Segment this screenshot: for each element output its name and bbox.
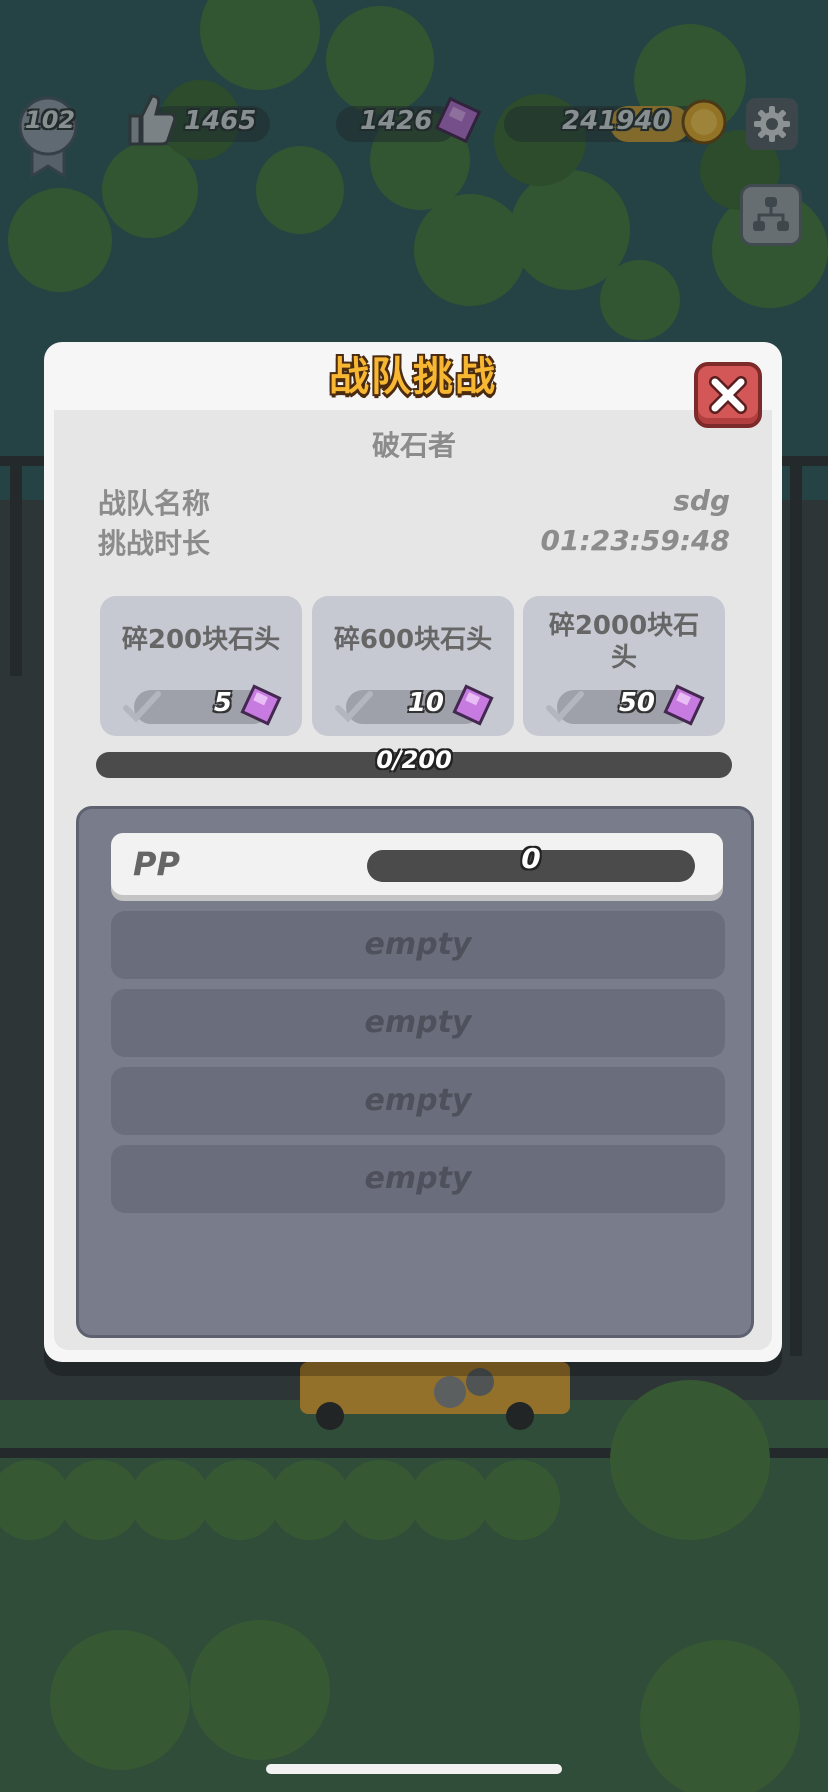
close-button[interactable]: [694, 362, 762, 428]
empty-member-slot: empty: [111, 1067, 725, 1135]
total-progress-bar: 0/200: [96, 746, 732, 778]
members-panel: PP 0 empty empty empty empty: [76, 806, 754, 1338]
home-indicator[interactable]: [266, 1764, 562, 1774]
empty-slot-label: empty: [364, 1161, 472, 1196]
duration-value: 01:23:59:48: [540, 524, 730, 557]
gem-icon: [452, 684, 494, 726]
duration-label: 挑战时长: [98, 527, 211, 560]
team-name-label: 战队名称: [98, 487, 211, 520]
team-name-value: sdg: [673, 484, 730, 517]
check-icon: [123, 691, 161, 723]
milestone-card-1: 碎200块石头 5: [100, 596, 302, 736]
dialog-subtitle: 破石者: [371, 429, 456, 462]
milestone-title: 碎200块石头: [121, 625, 281, 655]
milestone-title: 碎600块石头: [333, 625, 493, 655]
milestone-card-2: 碎600块石头 10: [312, 596, 514, 736]
empty-slot-label: empty: [364, 1005, 472, 1040]
milestone-reward: 10: [407, 688, 444, 718]
dialog-title: 战队挑战: [329, 354, 497, 400]
check-icon: [335, 691, 373, 723]
empty-member-slot: empty: [111, 911, 725, 979]
milestone-reward: 5: [213, 688, 232, 718]
gem-icon: [663, 684, 705, 726]
empty-member-slot: empty: [111, 1145, 725, 1213]
milestone-title: 碎2000块石头: [548, 611, 700, 673]
member-row[interactable]: PP 0: [111, 833, 723, 895]
empty-slot-label: empty: [364, 927, 472, 962]
member-score: 0: [521, 842, 541, 875]
empty-member-slot: empty: [111, 989, 725, 1057]
check-icon: [546, 691, 584, 723]
member-score-bar: 0: [367, 842, 695, 882]
close-icon: [709, 376, 747, 414]
total-progress-text: 0/200: [376, 746, 452, 774]
gem-icon: [240, 684, 282, 726]
member-name: PP: [133, 845, 180, 883]
milestone-card-3: 碎2000块石头 50: [523, 596, 725, 736]
milestone-reward: 50: [618, 688, 655, 718]
empty-slot-label: empty: [364, 1083, 472, 1118]
